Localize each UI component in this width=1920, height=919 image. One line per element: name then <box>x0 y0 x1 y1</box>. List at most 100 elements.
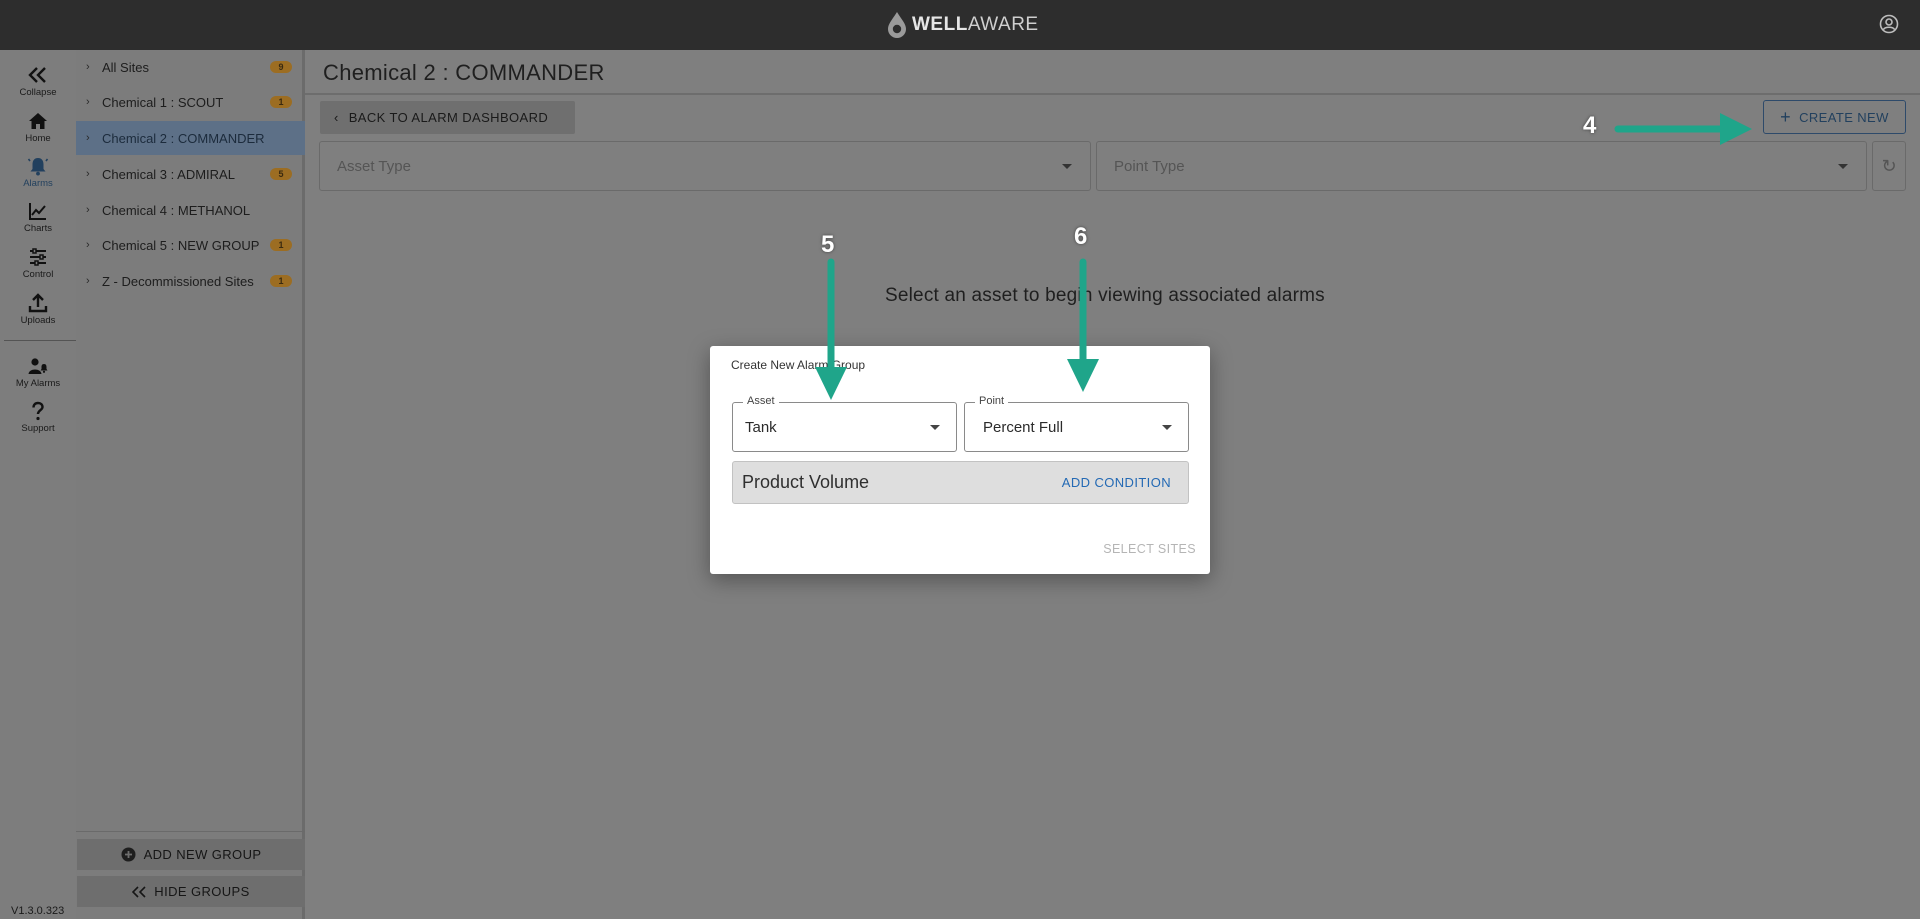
dropdown-caret-icon <box>930 425 940 430</box>
group-item-chemical-1[interactable]: › Chemical 1 : SCOUT 1 <box>76 85 305 119</box>
group-item-chemical-4[interactable]: › Chemical 4 : METHANOL <box>76 193 305 227</box>
asset-select[interactable]: Asset Tank <box>732 395 957 452</box>
plus-circle-icon <box>121 847 136 862</box>
point-type-select[interactable]: Point Type <box>1096 141 1867 191</box>
group-item-all-sites[interactable]: › All Sites 9 <box>76 50 305 84</box>
add-new-group-button[interactable]: ADD NEW GROUP <box>77 839 305 870</box>
nav-rail: Collapse Home Alarms Charts Control Uplo… <box>0 50 76 919</box>
asset-type-select[interactable]: Asset Type <box>319 141 1091 191</box>
empty-state-message: Select an asset to begin viewing associa… <box>885 285 1325 306</box>
nav-support[interactable]: Support <box>0 400 76 434</box>
chevron-right-icon: › <box>86 275 90 287</box>
group-label: Chemical 1 : SCOUT <box>102 94 224 110</box>
nav-charts[interactable]: Charts <box>0 200 76 234</box>
asset-field-value: Tank <box>745 419 777 436</box>
group-item-chemical-5[interactable]: › Chemical 5 : NEW GROUP 1 <box>76 228 305 262</box>
group-label: All Sites <box>102 59 149 75</box>
user-bell-icon <box>28 358 48 374</box>
line-chart-icon <box>29 203 46 220</box>
rail-divider <box>4 340 76 341</box>
collapse-label: Collapse <box>19 87 57 98</box>
chevron-right-icon: › <box>86 168 90 180</box>
group-label: Chemical 5 : NEW GROUP <box>102 237 260 253</box>
group-label: Chemical 3 : ADMIRAL <box>102 166 235 182</box>
group-item-chemical-2[interactable]: › Chemical 2 : COMMANDER <box>76 121 305 155</box>
nav-alarms[interactable]: Alarms <box>0 155 76 189</box>
control-label: Control <box>22 269 54 280</box>
nav-control[interactable]: Control <box>0 246 76 280</box>
question-mark-icon <box>32 401 44 421</box>
hide-groups-label: HIDE GROUPS <box>154 884 250 899</box>
sidebar-divider <box>76 831 305 832</box>
chevron-right-icon: › <box>86 61 90 73</box>
chevron-right-icon: › <box>86 96 90 108</box>
dropdown-caret-icon <box>1062 164 1072 169</box>
group-label: Chemical 2 : COMMANDER <box>102 130 265 146</box>
count-badge: 5 <box>270 168 292 180</box>
count-badge: 1 <box>270 96 292 108</box>
sliders-icon <box>30 248 46 266</box>
title-divider <box>305 93 1920 95</box>
dropdown-caret-icon <box>1162 425 1172 430</box>
top-header: WELLAWARE <box>0 0 1920 50</box>
nav-uploads[interactable]: Uploads <box>0 292 76 326</box>
logo-text: WELLAWARE <box>912 14 1039 35</box>
point-select[interactable]: Point Percent Full <box>964 395 1189 452</box>
support-label: Support <box>21 423 55 434</box>
home-icon <box>29 113 47 129</box>
chevron-right-icon: › <box>86 239 90 251</box>
back-label: BACK TO ALARM DASHBOARD <box>348 110 549 125</box>
condition-row: Product Volume ADD CONDITION <box>732 461 1189 504</box>
refresh-icon: ↻ <box>1881 155 1897 176</box>
double-chevron-left-icon <box>132 885 146 898</box>
create-new-label: CREATE NEW <box>1799 109 1889 125</box>
asset-type-placeholder: Asset Type <box>337 157 411 175</box>
my-alarms-label: My Alarms <box>15 378 61 389</box>
groups-sidebar: › All Sites 9 › Chemical 1 : SCOUT 1 › C… <box>76 50 305 919</box>
count-badge: 9 <box>270 61 292 73</box>
count-badge: 1 <box>270 239 292 251</box>
dialog-title: Create New Alarm Group <box>731 358 866 372</box>
count-badge: 1 <box>270 275 292 287</box>
add-condition-button[interactable]: ADD CONDITION <box>1062 475 1171 490</box>
group-item-decommissioned[interactable]: › Z - Decommissioned Sites 1 <box>76 264 305 298</box>
chevron-right-icon: › <box>86 132 90 144</box>
select-sites-button[interactable]: SELECT SITES <box>1103 542 1196 556</box>
plus-icon: + <box>1780 107 1792 127</box>
chevron-right-icon: › <box>86 204 90 216</box>
add-new-group-label: ADD NEW GROUP <box>143 847 262 862</box>
nav-home[interactable]: Home <box>0 110 76 144</box>
annotation-number-5: 5 <box>821 231 835 258</box>
version-label: V1.3.0.323 <box>11 905 65 917</box>
upload-icon <box>28 293 48 313</box>
charts-label: Charts <box>24 223 52 234</box>
create-alarm-group-dialog: Create New Alarm Group Asset Tank Point … <box>710 346 1210 574</box>
back-to-dashboard-button[interactable]: ‹ BACK TO ALARM DASHBOARD <box>320 101 575 134</box>
asset-field-label: Asset <box>743 395 779 407</box>
hide-groups-button[interactable]: HIDE GROUPS <box>77 876 305 907</box>
home-label: Home <box>25 133 51 144</box>
double-chevron-left-icon <box>28 67 46 83</box>
group-label: Z - Decommissioned Sites <box>102 273 254 289</box>
group-item-chemical-3[interactable]: › Chemical 3 : ADMIRAL 5 <box>76 157 305 191</box>
dropdown-caret-icon <box>1838 164 1848 169</box>
condition-name: Product Volume <box>742 472 870 492</box>
collapse-button[interactable]: Collapse <box>0 64 76 98</box>
alarms-label: Alarms <box>23 178 53 189</box>
page-title: Chemical 2 : COMMANDER <box>323 60 605 85</box>
point-type-placeholder: Point Type <box>1114 157 1185 175</box>
annotation-number-6: 6 <box>1074 223 1088 250</box>
chevron-left-icon: ‹ <box>334 110 339 125</box>
wellaware-logo: WELLAWARE <box>886 10 1039 40</box>
refresh-button[interactable]: ↻ <box>1872 141 1906 191</box>
group-label: Chemical 4 : METHANOL <box>102 202 251 218</box>
create-new-button[interactable]: + CREATE NEW <box>1763 100 1906 134</box>
alarm-bell-icon <box>27 158 49 176</box>
point-field-value: Percent Full <box>983 419 1064 436</box>
nav-my-alarms[interactable]: My Alarms <box>0 355 76 389</box>
droplet-logo-icon <box>888 12 906 38</box>
uploads-label: Uploads <box>20 315 56 326</box>
point-field-label: Point <box>975 395 1009 407</box>
annotation-number-4: 4 <box>1583 112 1597 139</box>
user-account-icon[interactable] <box>1879 14 1899 34</box>
